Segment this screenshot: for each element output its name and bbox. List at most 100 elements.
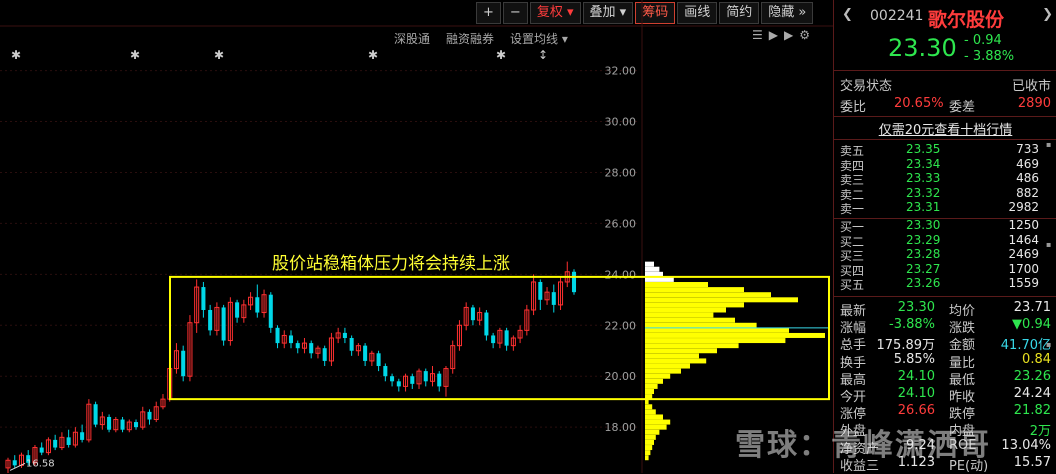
candle-body — [437, 373, 442, 387]
level-price: 23.31 — [906, 200, 941, 215]
candle — [551, 284, 556, 313]
candle — [328, 332, 334, 367]
level-price: 23.28 — [906, 247, 941, 262]
bid-row[interactable]: 买一 23.30 1250 — [840, 218, 1051, 234]
stat-value: 41.70亿 — [1000, 338, 1051, 354]
level-price: 23.35 — [906, 142, 941, 156]
stat-label: 换手 — [840, 355, 867, 371]
candle — [173, 343, 179, 374]
volume-profile-bar — [645, 353, 699, 359]
candle — [275, 325, 280, 349]
candle-body — [66, 437, 71, 445]
level10-promo-link[interactable]: 仅需20元查看十档行情 — [840, 119, 1051, 138]
stat-value: 24.10 — [897, 368, 935, 384]
scrollbar-markers[interactable]: ▪ ▪ ▪ — [1046, 140, 1054, 440]
trade-status-label: 交易状态 — [840, 79, 893, 94]
candle — [309, 340, 314, 359]
kline-chart[interactable]: 32.00 30.00 28.00 26.00 24.00 22.00 20.00 18.00… — [0, 0, 833, 473]
marker-icon: ▪ — [1046, 240, 1052, 249]
level-volume: 486 — [1016, 171, 1039, 186]
stat-value: 13.04% — [1001, 437, 1051, 453]
divider — [834, 70, 1056, 71]
candle — [423, 368, 428, 387]
candle — [241, 299, 247, 323]
ask-row[interactable]: 卖三 23.33 486 — [840, 171, 1051, 187]
volume-profile-bar — [645, 317, 735, 323]
next-stock-icon[interactable]: ❯ — [1042, 7, 1053, 22]
low-price-label: 16.58 — [26, 458, 55, 469]
ask-row[interactable]: 卖五 23.35 733 — [840, 142, 1051, 158]
price-row: 23.30 - 0.94 - 3.88% — [840, 33, 1051, 64]
volume-profile-bar — [645, 327, 789, 333]
candle — [120, 416, 125, 433]
candle — [349, 335, 354, 356]
candle — [335, 327, 341, 344]
candle-body — [181, 350, 186, 377]
order-diff-value: 2890 — [1017, 96, 1051, 111]
candle-body — [12, 460, 17, 466]
candle-body — [491, 335, 496, 344]
prev-stock-icon[interactable]: ❮ — [842, 7, 853, 22]
y-tick-label: 32.00 — [605, 65, 637, 78]
candle — [126, 419, 132, 433]
candle — [208, 304, 213, 336]
candle — [437, 371, 442, 392]
candle-body — [390, 376, 395, 382]
stat-label: 金额 — [949, 338, 976, 354]
volume-profile-bar — [645, 388, 654, 394]
bid-row[interactable]: 买三 23.28 2469 — [840, 247, 1051, 263]
level-price: 23.30 — [906, 218, 941, 232]
trade-status-value: 已收市 — [1011, 79, 1051, 94]
candle — [531, 274, 537, 316]
ask-row[interactable]: 卖一 23.31 2982 — [840, 200, 1051, 216]
candle-body — [571, 271, 577, 293]
candle — [281, 330, 287, 349]
divider — [834, 116, 1056, 117]
candle — [558, 276, 564, 310]
candle — [571, 269, 577, 295]
divider — [834, 218, 1056, 219]
trade-status-row: 交易状态 已收市 — [840, 75, 1051, 94]
bid-row[interactable]: 买四 23.27 1700 — [840, 262, 1051, 278]
price-change-pct: - 3.88% — [964, 49, 1015, 64]
bid-row[interactable]: 买五 23.26 1559 — [840, 276, 1051, 293]
bid-row[interactable]: 买二 23.29 1464 — [840, 233, 1051, 249]
candle — [107, 414, 112, 433]
watermark: 雪球：青峰潇洒哥 — [735, 420, 991, 464]
level-label: 买五 — [840, 278, 865, 293]
stat-label: 涨幅 — [840, 321, 867, 337]
stat-row: 今开 24.10 昨收 24.24 — [840, 386, 1051, 405]
level-price: 23.34 — [906, 156, 941, 171]
candle — [301, 338, 307, 354]
candle — [5, 457, 11, 473]
candle-body — [376, 353, 381, 367]
candle — [416, 368, 422, 389]
stat-row: 换手 5.85% 量比 0.84 — [840, 352, 1051, 371]
stat-value: 24.10 — [897, 386, 935, 401]
stat-label: 最低 — [949, 372, 976, 388]
volume-profile-bar — [645, 439, 654, 445]
stat-label: 昨收 — [949, 390, 976, 405]
volume-profile-bar — [645, 338, 786, 344]
ask-row[interactable]: 卖四 23.34 469 — [840, 156, 1051, 173]
candle — [383, 363, 388, 382]
ask-row[interactable]: 卖二 23.32 882 — [840, 186, 1051, 202]
candle — [524, 304, 530, 336]
candle — [235, 299, 240, 323]
candle-body — [39, 447, 44, 453]
candle — [456, 320, 462, 351]
candle — [463, 302, 469, 331]
volume-profile-bar — [645, 266, 660, 272]
volume-profile-bar — [645, 368, 681, 374]
candle — [443, 366, 449, 397]
volume-profile-bar — [645, 297, 798, 303]
candle — [491, 332, 496, 349]
candle — [255, 284, 260, 318]
stat-label: 最新 — [840, 304, 867, 319]
stat-row: 总手 175.89万 金额 41.70亿 — [840, 334, 1051, 354]
candle — [134, 419, 139, 430]
volume-profile-bar — [645, 363, 690, 369]
candle-body — [410, 376, 415, 384]
candle-body — [107, 416, 112, 430]
candle — [403, 373, 409, 392]
